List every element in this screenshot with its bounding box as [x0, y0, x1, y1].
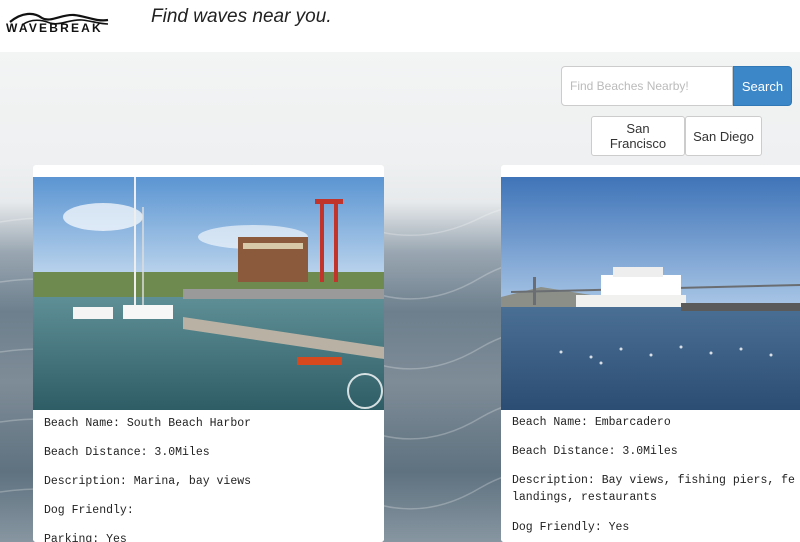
beach-card-details: Beach Name: South Beach Harbor Beach Dis… — [33, 410, 384, 542]
beach-name: Beach Name: Embarcadero — [512, 416, 671, 429]
city-button-san-francisco[interactable]: San Francisco — [591, 116, 685, 156]
beach-card-embarcadero[interactable]: Beach Name: Embarcadero Beach Distance: … — [501, 165, 800, 542]
beach-photo — [501, 177, 800, 410]
beach-name: Beach Name: South Beach Harbor — [44, 417, 252, 430]
beach-description: Description: Bay views, fishing piers, f… — [512, 474, 795, 504]
beach-card-south-beach-harbor[interactable]: Beach Name: South Beach Harbor Beach Dis… — [33, 165, 384, 542]
site-header: WAVEBREAK Find waves near you. — [0, 0, 800, 52]
tagline: Find waves near you. — [151, 6, 332, 27]
beach-distance: Beach Distance: 3.0Miles — [512, 445, 678, 458]
beach-dog-friendly: Dog Friendly: — [44, 504, 134, 517]
beach-parking: Parking: Yes — [44, 533, 127, 542]
beach-description: Description: Marina, bay views — [44, 475, 252, 488]
city-button-san-diego[interactable]: San Diego — [685, 116, 762, 156]
beach-card-details: Beach Name: Embarcadero Beach Distance: … — [501, 410, 800, 542]
beach-photo — [33, 177, 384, 410]
beach-distance: Beach Distance: 3.0Miles — [44, 446, 210, 459]
search-button[interactable]: Search — [733, 66, 792, 106]
beach-dog-friendly: Dog Friendly: Yes — [512, 521, 630, 534]
search-input[interactable] — [561, 66, 733, 106]
logo-text[interactable]: WAVEBREAK — [6, 21, 103, 35]
